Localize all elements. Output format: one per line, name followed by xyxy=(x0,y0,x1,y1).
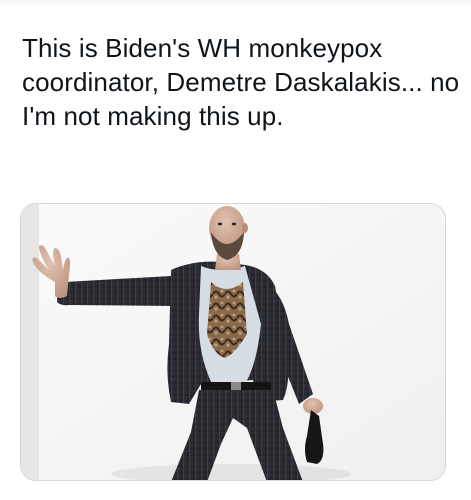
right-eye xyxy=(231,222,237,226)
tweet-photo[interactable] xyxy=(21,204,446,481)
tweet-media-card[interactable] xyxy=(20,203,446,481)
belt-buckle xyxy=(231,382,241,391)
top-fade-divider xyxy=(0,0,471,6)
wall-edge xyxy=(21,204,39,480)
left-eye xyxy=(217,222,223,226)
ear xyxy=(242,223,248,233)
tweet-text: This is Biden's WH monkeypox coordinator… xyxy=(22,33,460,131)
